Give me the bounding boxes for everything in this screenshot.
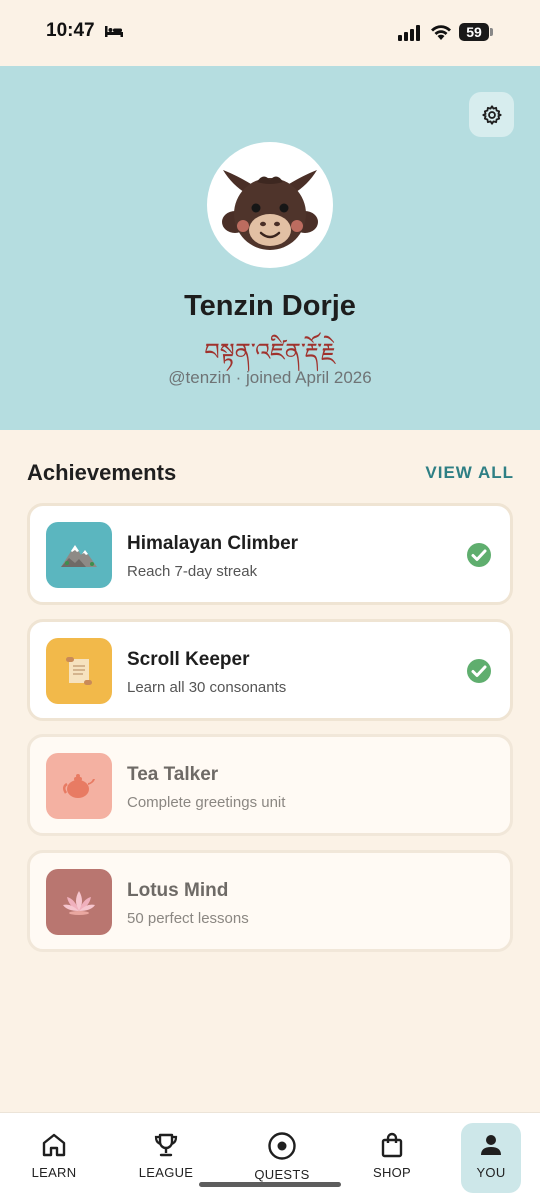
achievement-badge (46, 522, 112, 588)
scroll-icon (66, 657, 92, 685)
nav-label: LEARN (31, 1165, 77, 1180)
achievements-heading: Achievements (27, 460, 177, 485)
target-icon (268, 1132, 296, 1160)
nav-label: SHOP (372, 1165, 412, 1180)
yak-mascot-icon (222, 170, 318, 250)
nav-item-shop[interactable]: SHOP (352, 1123, 432, 1193)
lotus-icon (63, 891, 95, 915)
person-icon (481, 1135, 501, 1155)
sleep-mode-icon (105, 26, 123, 37)
cellular-signal-icon (398, 25, 420, 41)
achievement-card-scroll-keeper[interactable]: Scroll Keeper Learn all 30 consonants (27, 619, 513, 721)
achievement-badge (46, 869, 112, 935)
status-bar: 10:47 59 (0, 0, 540, 66)
achievement-card-tea-talker[interactable]: Tea Talker Complete greetings unit (27, 734, 513, 836)
achievement-subtitle: Complete greetings unit (127, 794, 286, 811)
avatar[interactable] (207, 142, 333, 268)
trophy-icon (154, 1133, 178, 1157)
achievement-title: Scroll Keeper (127, 649, 250, 670)
nav-item-league[interactable]: LEAGUE (126, 1123, 206, 1193)
achievement-badge (46, 753, 112, 819)
nav-item-you[interactable]: YOU (461, 1123, 521, 1193)
achievement-card-lotus-mind[interactable]: Lotus Mind 50 perfect lessons (27, 850, 513, 952)
achievement-subtitle: Reach 7-day streak (127, 563, 258, 580)
check-circle-icon (467, 659, 491, 683)
home-indicator (199, 1182, 341, 1187)
nav-label: YOU (476, 1165, 506, 1180)
achievement-title: Tea Talker (127, 764, 219, 785)
teapot-icon (63, 774, 95, 798)
achievement-subtitle: Learn all 30 consonants (127, 679, 287, 696)
shopping-bag-icon (381, 1132, 403, 1158)
achievement-badge (46, 638, 112, 704)
profile-username-joined: @tenzin · joined April 2026 (168, 368, 372, 387)
nav-item-learn[interactable]: LEARN (14, 1123, 94, 1193)
wifi-icon (431, 25, 451, 40)
battery-tip (490, 28, 493, 36)
status-time: 10:47 (46, 20, 95, 41)
achievement-title: Lotus Mind (127, 880, 229, 901)
achievement-subtitle: 50 perfect lessons (127, 910, 249, 927)
check-circle-icon (467, 543, 491, 567)
view-all-link[interactable]: VIEW ALL (425, 463, 514, 483)
nav-label: LEAGUE (138, 1165, 194, 1180)
nav-label: QUESTS (254, 1167, 310, 1182)
settings-button[interactable] (469, 92, 514, 137)
achievement-title: Himalayan Climber (127, 533, 299, 554)
battery-indicator: 59 (459, 23, 489, 41)
mountain-icon (61, 545, 97, 567)
home-icon (42, 1133, 66, 1157)
achievement-card-himalayan-climber[interactable]: Himalayan Climber Reach 7-day streak (27, 503, 513, 605)
profile-name: Tenzin Dorje (184, 290, 356, 322)
gear-icon (481, 104, 502, 125)
